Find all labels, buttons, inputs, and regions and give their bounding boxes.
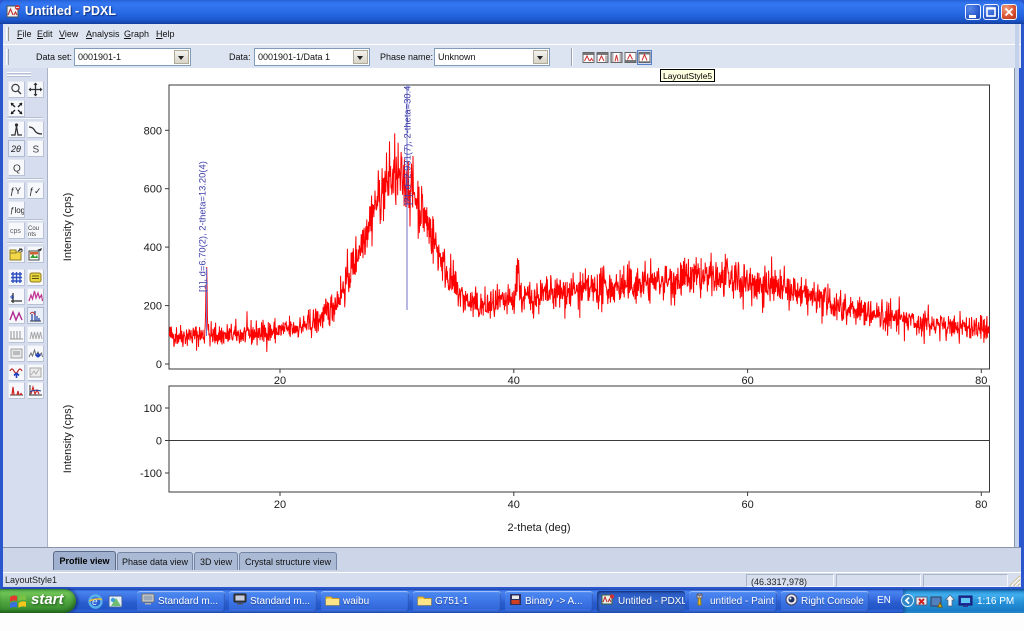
svg-text:80: 80 (975, 499, 987, 511)
svg-text:2-theta (deg): 2-theta (deg) (508, 522, 571, 534)
svg-text:20: 20 (274, 499, 286, 511)
svg-text:0: 0 (156, 436, 162, 448)
svg-text:cps: cps (10, 228, 21, 235)
svg-text:60: 60 (741, 375, 753, 387)
svg-text:60: 60 (741, 499, 753, 511)
svg-text:40: 40 (508, 375, 520, 387)
svg-text:80: 80 (975, 375, 987, 387)
svg-text:Intensity (cps): Intensity (cps) (62, 193, 74, 261)
svg-text:-100: -100 (140, 468, 162, 480)
svg-text:200: 200 (144, 301, 162, 313)
svg-text:400: 400 (144, 242, 162, 254)
svg-text:nts: nts (28, 232, 36, 238)
svg-text:2θ: 2θ (10, 144, 21, 154)
svg-text:600: 600 (144, 184, 162, 196)
svg-text:ƒlog: ƒlog (10, 206, 24, 215)
svg-text:0: 0 (156, 359, 162, 371)
svg-text:[2], d=2.931(7), 2-theta=30.48: [2], d=2.931(7), 2-theta=30.48(8) (402, 69, 413, 205)
svg-text:20: 20 (274, 375, 286, 387)
svg-text:ƒ✓: ƒ✓ (29, 186, 42, 196)
svg-text:ƒY: ƒY (10, 186, 21, 196)
svg-text:S: S (33, 145, 40, 156)
svg-text:800: 800 (144, 125, 162, 137)
svg-text:40: 40 (508, 499, 520, 511)
svg-text:Q: Q (13, 164, 21, 175)
svg-text:Intensity (cps): Intensity (cps) (62, 405, 74, 473)
svg-text:[1], d=6.70(2), 2-theta=13.20(: [1], d=6.70(2), 2-theta=13.20(4) (197, 161, 208, 292)
svg-text:100: 100 (144, 403, 162, 415)
